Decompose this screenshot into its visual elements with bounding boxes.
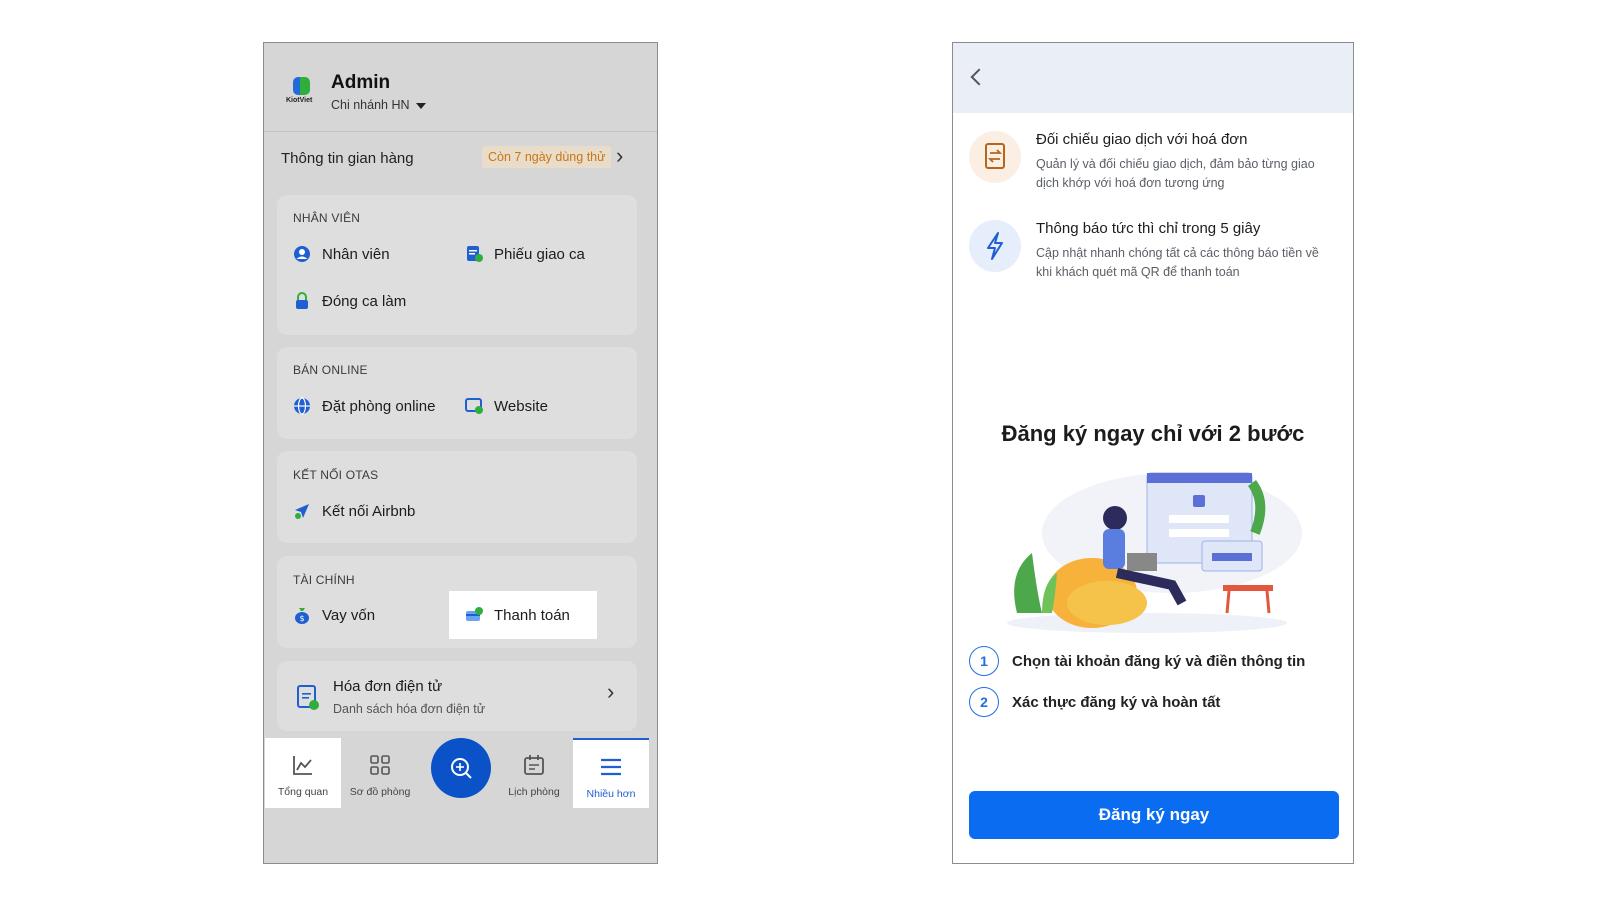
menu-item-airbnb[interactable]: Kết nối Airbnb [293,499,415,523]
document-icon [969,131,1021,183]
grid-icon [369,754,391,776]
user-icon [293,245,311,263]
menu-item-website[interactable]: Website [465,394,548,418]
caret-down-icon [415,102,426,109]
invoice-title: Hóa đơn điện tử [333,678,443,695]
nav-room-map[interactable]: Sơ đồ phòng [342,738,418,808]
search-plus-icon [449,756,473,785]
register-illustration [997,463,1307,643]
step-1: 1 Chọn tài khoản đăng ký và điền thông t… [969,645,1305,677]
calendar-icon [523,754,545,776]
section-title: KẾT NỐI OTAS [293,468,379,482]
menu-item-close-shift[interactable]: Đóng ca làm [293,289,406,313]
shift-note-icon [465,245,483,263]
menu-item-shift-handover[interactable]: Phiếu giao ca [465,242,585,266]
feature-title: Đối chiếu giao dịch với hoá đơn [1036,131,1248,148]
feature-title: Thông báo tức thì chỉ trong 5 giây [1036,220,1261,237]
finance-section: TÀI CHÍNH $ Vay vốn Thanh toán [277,556,637,648]
top-bar [953,43,1353,113]
feature-desc: Cập nhật nhanh chóng tất cả các thông bá… [1036,246,1319,279]
otas-section: KẾT NỐI OTAS Kết nối Airbnb [277,451,637,543]
payment-register-screen: Đối chiếu giao dịch với hoá đơn Quản lý … [952,42,1354,864]
bottom-navigation: Tổng quan Sơ đồ phòng Lịch phòng Nhiều h… [264,738,657,818]
payment-card-icon [465,606,483,624]
money-bag-icon: $ [293,606,311,624]
shop-info-row[interactable]: Thông tin gian hàng Còn 7 ngày dùng thử … [264,131,657,187]
quick-search-button[interactable] [431,738,491,798]
branch-label: Chi nhánh HN [331,98,410,112]
menu-item-payment[interactable]: Thanh toán [465,603,570,627]
menu-item-staff[interactable]: Nhân viên [293,242,390,266]
nav-more[interactable]: Nhiều hơn [573,738,649,808]
feature-desc: Quản lý và đối chiếu giao dịch, đảm bảo … [1036,157,1315,190]
trial-badge: Còn 7 ngày dùng thử [482,146,612,168]
menu-item-online-booking[interactable]: Đặt phòng online [293,394,435,418]
shop-info-label: Thông tin gian hàng [281,150,414,167]
register-title: Đăng ký ngay chỉ với 2 bước [1001,421,1305,446]
globe-icon [293,397,311,415]
connect-icon [293,502,311,520]
invoice-subtitle: Danh sách hóa đơn điện tử [333,702,486,716]
lightning-icon [969,220,1021,272]
section-title: BÁN ONLINE [293,363,368,377]
section-title: TÀI CHÍNH [293,573,355,587]
branch-selector[interactable]: Chi nhánh HN [331,98,426,112]
account-header: KiotViet Admin Chi nhánh HN [264,43,657,131]
chevron-right-icon: › [607,679,615,704]
svg-text:$: $ [299,614,304,623]
lock-icon [293,292,311,310]
menu-screen: KiotViet Admin Chi nhánh HN Thông tin gi… [263,42,658,864]
menu-icon [600,756,622,778]
invoice-icon [297,685,319,716]
website-icon [465,397,483,415]
chevron-right-icon: › [616,143,624,168]
nav-room-calendar[interactable]: Lịch phòng [496,738,572,808]
user-name: Admin [331,72,391,93]
kiotviet-logo: KiotViet [286,73,322,109]
register-now-button[interactable]: Đăng ký ngay [969,791,1339,839]
back-icon[interactable] [970,68,988,86]
e-invoice-row[interactable]: Hóa đơn điện tử Danh sách hóa đơn điện t… [277,661,637,731]
step-2: 2 Xác thực đăng ký và hoàn tất [969,686,1220,718]
online-sales-section: BÁN ONLINE Đặt phòng online Website [277,347,637,439]
staff-section: NHÂN VIÊN Nhân viên Phiếu giao ca Đóng c… [277,195,637,335]
nav-overview[interactable]: Tổng quan [265,738,341,808]
section-title: NHÂN VIÊN [293,211,361,225]
menu-item-loan[interactable]: $ Vay vốn [293,603,375,627]
chart-icon [292,754,314,776]
